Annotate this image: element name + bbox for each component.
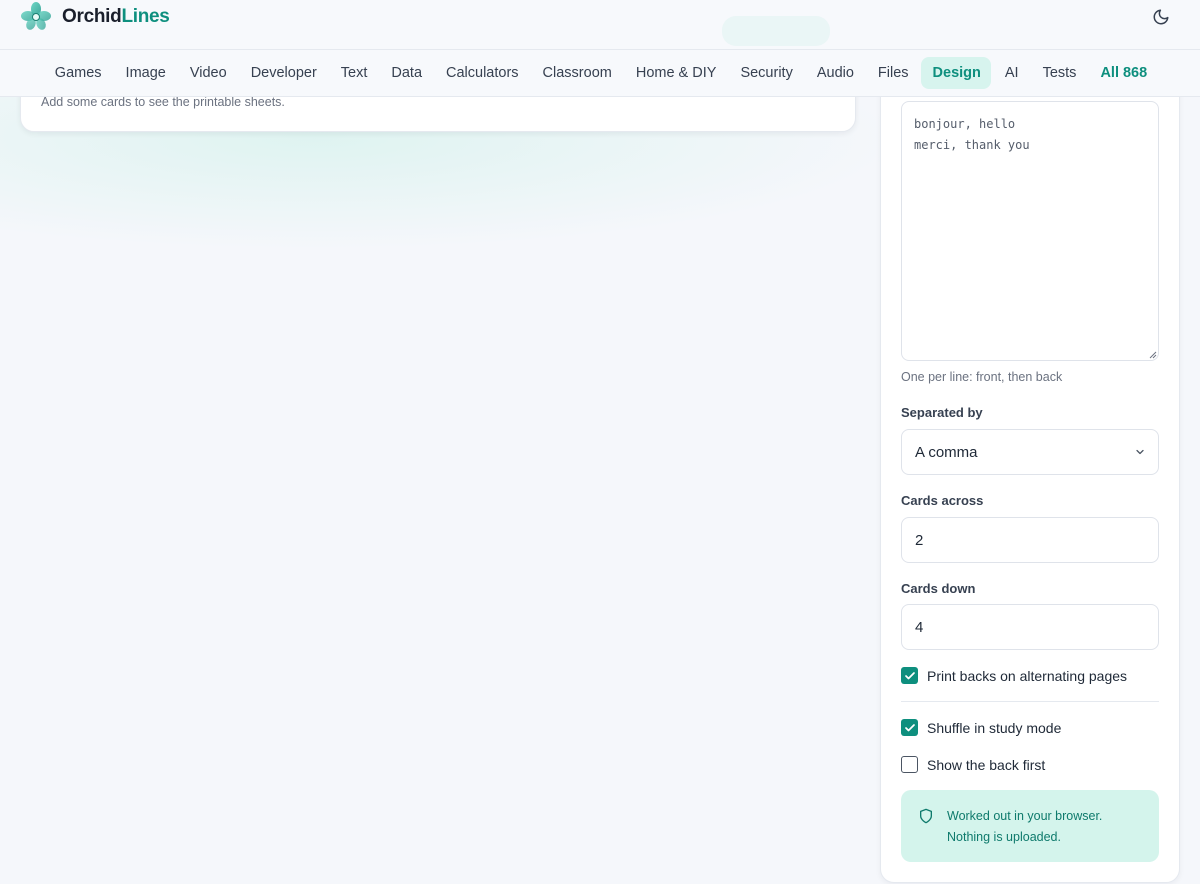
back-first-label: Show the back first (927, 756, 1046, 773)
top-bar: OrchidLines (0, 0, 1200, 50)
preview-empty-message: Add some cards to see the printable shee… (41, 95, 285, 109)
nav-item-home-diy[interactable]: Home & DIY (624, 57, 727, 89)
shuffle-checkbox-row[interactable]: Shuffle in study mode (901, 719, 1061, 736)
nav-item-all[interactable]: All 868 (1088, 57, 1157, 89)
background-pill (722, 16, 830, 46)
back-first-checkbox[interactable] (901, 756, 918, 773)
theme-toggle-button[interactable] (1148, 4, 1174, 30)
brand-name: OrchidLines (62, 6, 170, 27)
cards-down-input[interactable]: 4 (901, 604, 1159, 650)
nav-item-video[interactable]: Video (178, 57, 237, 89)
nav-item-developer[interactable]: Developer (239, 57, 327, 89)
nav-item-text[interactable]: Text (329, 57, 378, 89)
category-nav-list: Games Image Video Developer Text Data Ca… (43, 57, 1157, 89)
cards-hint: One per line: front, then back (901, 370, 1063, 384)
cards-textarea[interactable]: bonjour, hello merci, thank you (901, 101, 1159, 361)
check-icon (904, 723, 915, 731)
privacy-notice-line2: Nothing is uploaded. (947, 830, 1061, 844)
orchid-logo-icon (21, 2, 51, 30)
shuffle-checkbox[interactable] (901, 719, 918, 736)
category-nav: Games Image Video Developer Text Data Ca… (0, 50, 1200, 97)
cards-down-label: Cards down (901, 581, 976, 596)
nav-item-security[interactable]: Security (728, 57, 802, 89)
cards-across-input[interactable]: 2 (901, 517, 1159, 563)
nav-item-design[interactable]: Design (920, 57, 991, 89)
cards-across-label: Cards across (901, 493, 984, 508)
nav-item-files[interactable]: Files (866, 57, 919, 89)
nav-item-classroom[interactable]: Classroom (531, 57, 622, 89)
shuffle-label: Shuffle in study mode (927, 719, 1062, 736)
shield-icon (920, 808, 932, 824)
nav-item-data[interactable]: Data (379, 57, 432, 89)
print-backs-label: Print backs on alternating pages (927, 667, 1128, 684)
nav-item-calculators[interactable]: Calculators (434, 57, 529, 89)
nav-item-tests[interactable]: Tests (1031, 57, 1087, 89)
moon-icon (1153, 9, 1169, 25)
nav-item-image[interactable]: Image (114, 57, 176, 89)
separator-select[interactable]: A comma (901, 429, 1159, 475)
chevron-down-icon (1136, 449, 1144, 455)
check-icon (904, 671, 915, 679)
print-backs-checkbox-row[interactable]: Print backs on alternating pages (901, 667, 1127, 684)
section-divider (901, 701, 1159, 702)
nav-item-audio[interactable]: Audio (805, 57, 864, 89)
privacy-notice: Worked out in your browser. Nothing is u… (901, 790, 1159, 862)
separator-value: A comma (915, 443, 978, 461)
back-first-checkbox-row[interactable]: Show the back first (901, 756, 1045, 773)
separator-label: Separated by (901, 405, 983, 420)
nav-item-ai[interactable]: AI (993, 57, 1029, 89)
nav-item-games[interactable]: Games (43, 57, 112, 89)
settings-panel: bonjour, hello merci, thank you One per … (880, 70, 1180, 883)
print-backs-checkbox[interactable] (901, 667, 918, 684)
resize-grip-icon[interactable] (1149, 351, 1157, 359)
privacy-notice-line1: Worked out in your browser. (947, 809, 1103, 823)
privacy-notice-text: Worked out in your browser. Nothing is u… (947, 806, 1147, 848)
brand-logo[interactable]: OrchidLines (20, 0, 170, 34)
